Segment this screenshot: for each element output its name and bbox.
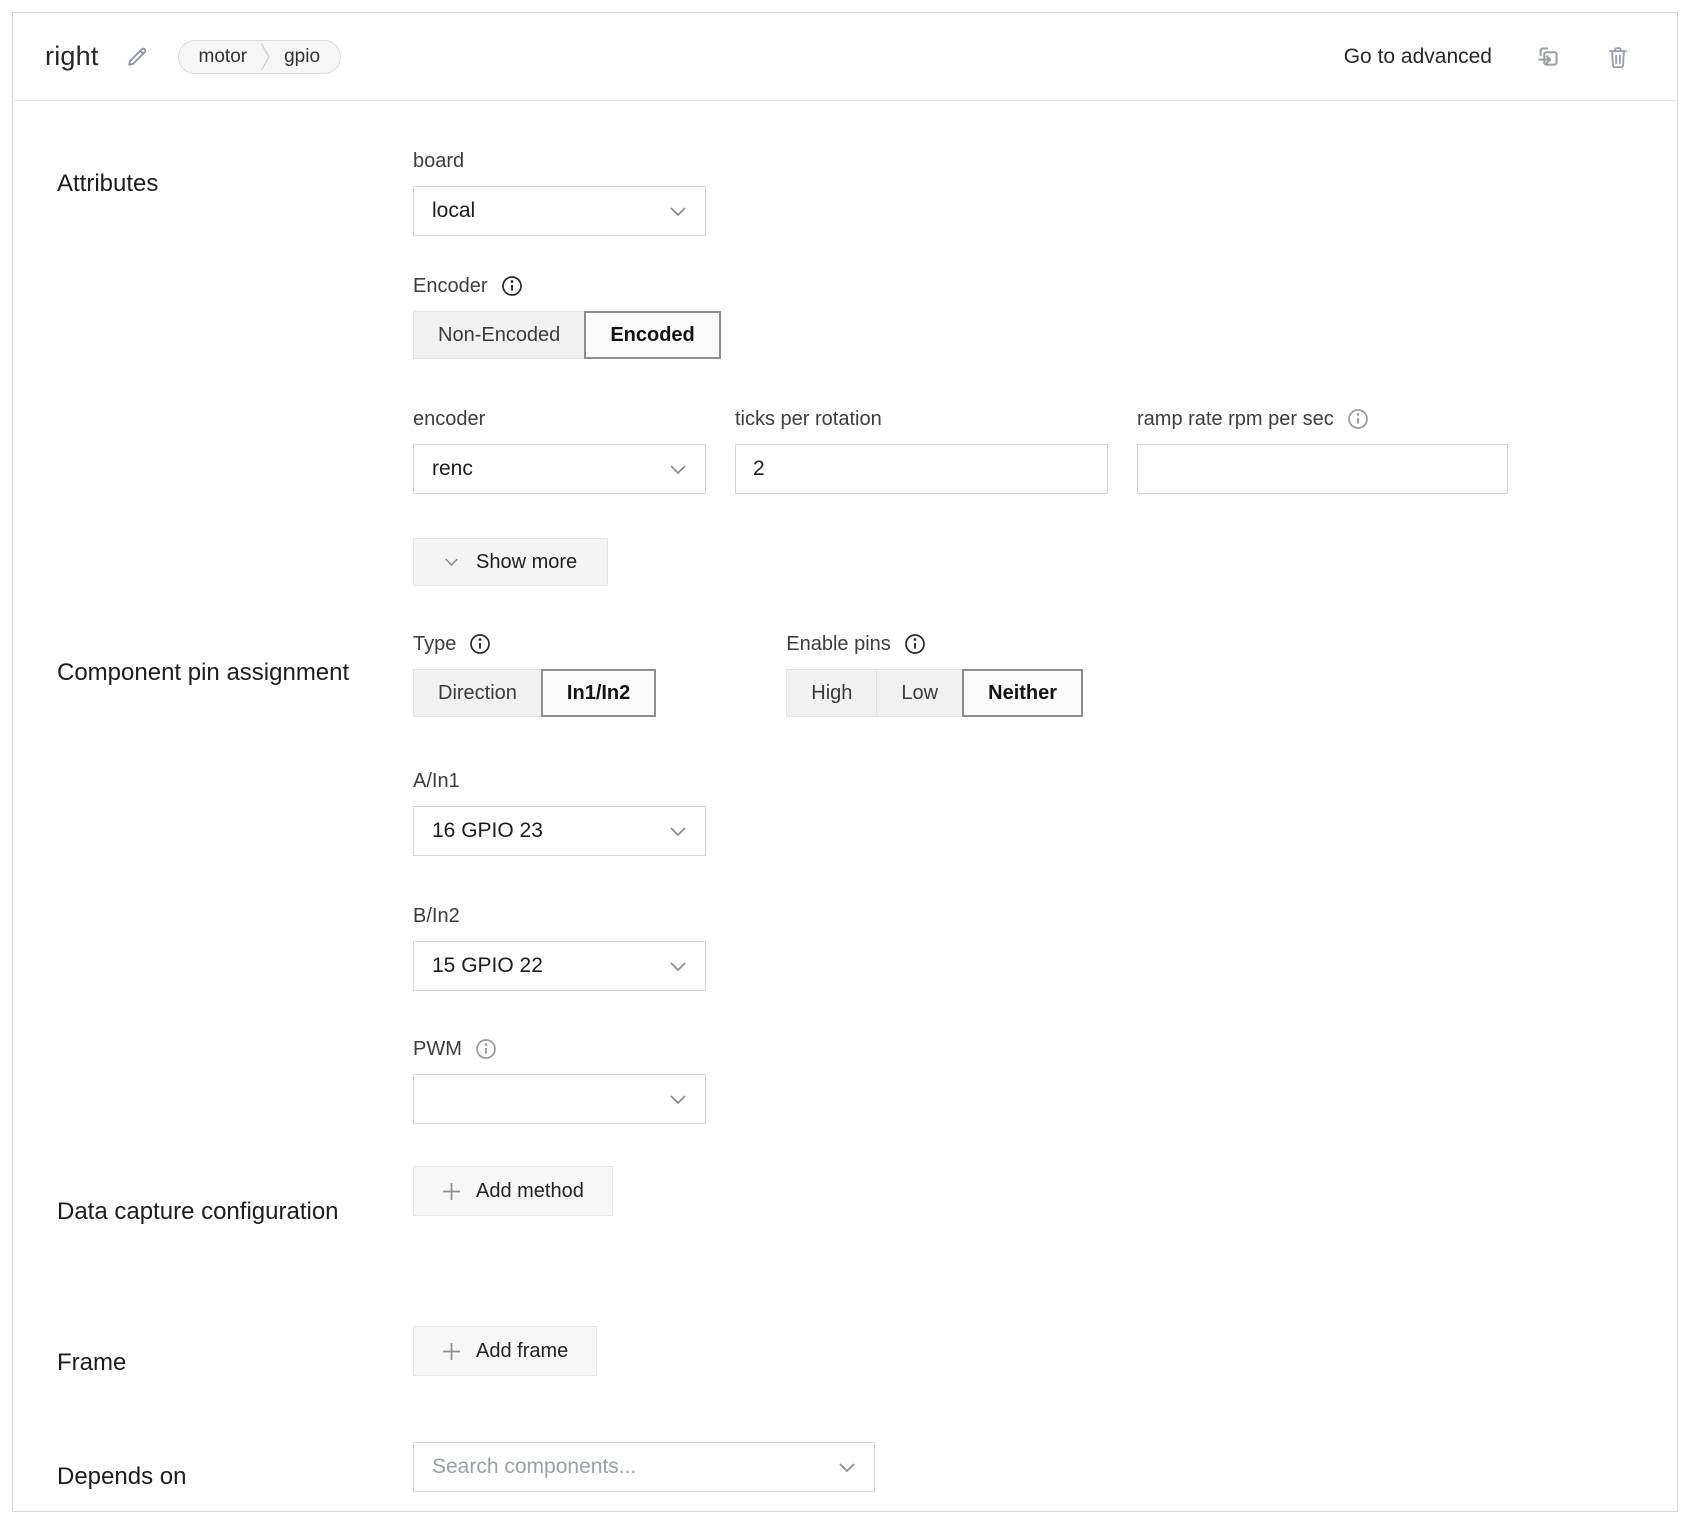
- ramp-rate-info-icon[interactable]: [1347, 408, 1369, 430]
- encoder-mode-label: Encoder: [413, 272, 488, 300]
- chevron-down-icon: [669, 1094, 687, 1105]
- trash-icon[interactable]: [1605, 44, 1631, 70]
- add-method-label: Add method: [476, 1180, 584, 1203]
- pwm-label: PWM: [413, 1035, 462, 1063]
- a-in1-select-value: 16 GPIO 23: [432, 819, 543, 843]
- badge-chevron-divider-icon: [260, 43, 271, 71]
- frame-section: Frame Add frame: [57, 1326, 1677, 1382]
- encoder-mode-non-encoded[interactable]: Non-Encoded: [413, 311, 585, 359]
- plus-icon: [442, 1342, 461, 1361]
- show-more-button[interactable]: Show more: [413, 538, 608, 586]
- chevron-down-icon: [444, 557, 459, 567]
- pin-assignment-section-label: Component pin assignment: [57, 630, 413, 1124]
- type-in1in2[interactable]: In1/In2: [541, 669, 656, 717]
- enable-pins-info-icon[interactable]: [904, 633, 926, 655]
- encoder-mode-encoded[interactable]: Encoded: [584, 311, 720, 359]
- enable-pins-toggle: High Low Neither: [786, 669, 1083, 717]
- pin-assignment-section: Component pin assignment Type Direction …: [57, 630, 1677, 1124]
- ticks-per-rotation-input[interactable]: [735, 444, 1108, 494]
- encoder-info-icon[interactable]: [501, 275, 523, 297]
- component-title: right: [45, 41, 99, 72]
- ticks-per-rotation-label: ticks per rotation: [735, 405, 1108, 433]
- a-in1-select[interactable]: 16 GPIO 23: [413, 806, 706, 856]
- chevron-down-icon: [838, 1462, 856, 1473]
- board-select-value: local: [432, 199, 475, 223]
- data-capture-section-label: Data capture configuration: [57, 1166, 413, 1231]
- enable-pins-high[interactable]: High: [786, 669, 877, 717]
- enable-pins-neither[interactable]: Neither: [962, 669, 1083, 717]
- chevron-down-icon: [669, 826, 687, 837]
- data-capture-section: Data capture configuration Add method: [57, 1166, 1677, 1231]
- b-in2-select-value: 15 GPIO 22: [432, 954, 543, 978]
- enable-pins-label: Enable pins: [786, 630, 891, 658]
- encoder-select-value: renc: [432, 457, 473, 481]
- a-in1-label: A/In1: [413, 767, 1083, 795]
- pwm-info-icon[interactable]: [475, 1038, 497, 1060]
- chevron-down-icon: [669, 961, 687, 972]
- depends-on-placeholder: Search components...: [432, 1455, 636, 1479]
- type-toggle: Direction In1/In2: [413, 669, 656, 717]
- type-label: Type: [413, 630, 456, 658]
- board-select[interactable]: local: [413, 186, 706, 236]
- ramp-rate-label: ramp rate rpm per sec: [1137, 405, 1334, 433]
- pwm-select[interactable]: [413, 1074, 706, 1124]
- badge-tag-gpio: gpio: [284, 46, 320, 68]
- type-direction[interactable]: Direction: [413, 669, 542, 717]
- chevron-down-icon: [669, 206, 687, 217]
- depends-on-section-label: Depends on: [57, 1442, 413, 1496]
- enable-pins-low[interactable]: Low: [876, 669, 963, 717]
- component-type-badge: motor gpio: [178, 40, 342, 74]
- encoder-mode-toggle: Non-Encoded Encoded: [413, 311, 1508, 359]
- encoder-select-label: encoder: [413, 405, 706, 433]
- show-more-label: Show more: [476, 551, 577, 574]
- badge-tag-motor: motor: [199, 46, 248, 68]
- add-frame-label: Add frame: [476, 1340, 568, 1363]
- depends-on-select[interactable]: Search components...: [413, 1442, 875, 1492]
- frame-section-label: Frame: [57, 1326, 413, 1382]
- attributes-section-label: Attributes: [57, 147, 413, 586]
- chevron-down-icon: [669, 464, 687, 475]
- add-frame-button[interactable]: Add frame: [413, 1326, 597, 1376]
- attributes-section: Attributes board local Encoder Non-En: [57, 147, 1677, 586]
- component-config-card: right motor gpio Go to advanced: [12, 12, 1678, 1512]
- component-header: right motor gpio Go to advanced: [13, 13, 1677, 101]
- b-in2-select[interactable]: 15 GPIO 22: [413, 941, 706, 991]
- type-info-icon[interactable]: [469, 633, 491, 655]
- duplicate-icon[interactable]: [1534, 42, 1563, 71]
- encoder-select[interactable]: renc: [413, 444, 706, 494]
- plus-icon: [442, 1182, 461, 1201]
- ramp-rate-input[interactable]: [1137, 444, 1508, 494]
- go-to-advanced-link[interactable]: Go to advanced: [1344, 45, 1492, 69]
- b-in2-label: B/In2: [413, 902, 1083, 930]
- pencil-icon[interactable]: [125, 44, 150, 69]
- add-method-button[interactable]: Add method: [413, 1166, 613, 1216]
- board-label: board: [413, 147, 1508, 175]
- depends-on-section: Depends on Search components...: [57, 1442, 1677, 1496]
